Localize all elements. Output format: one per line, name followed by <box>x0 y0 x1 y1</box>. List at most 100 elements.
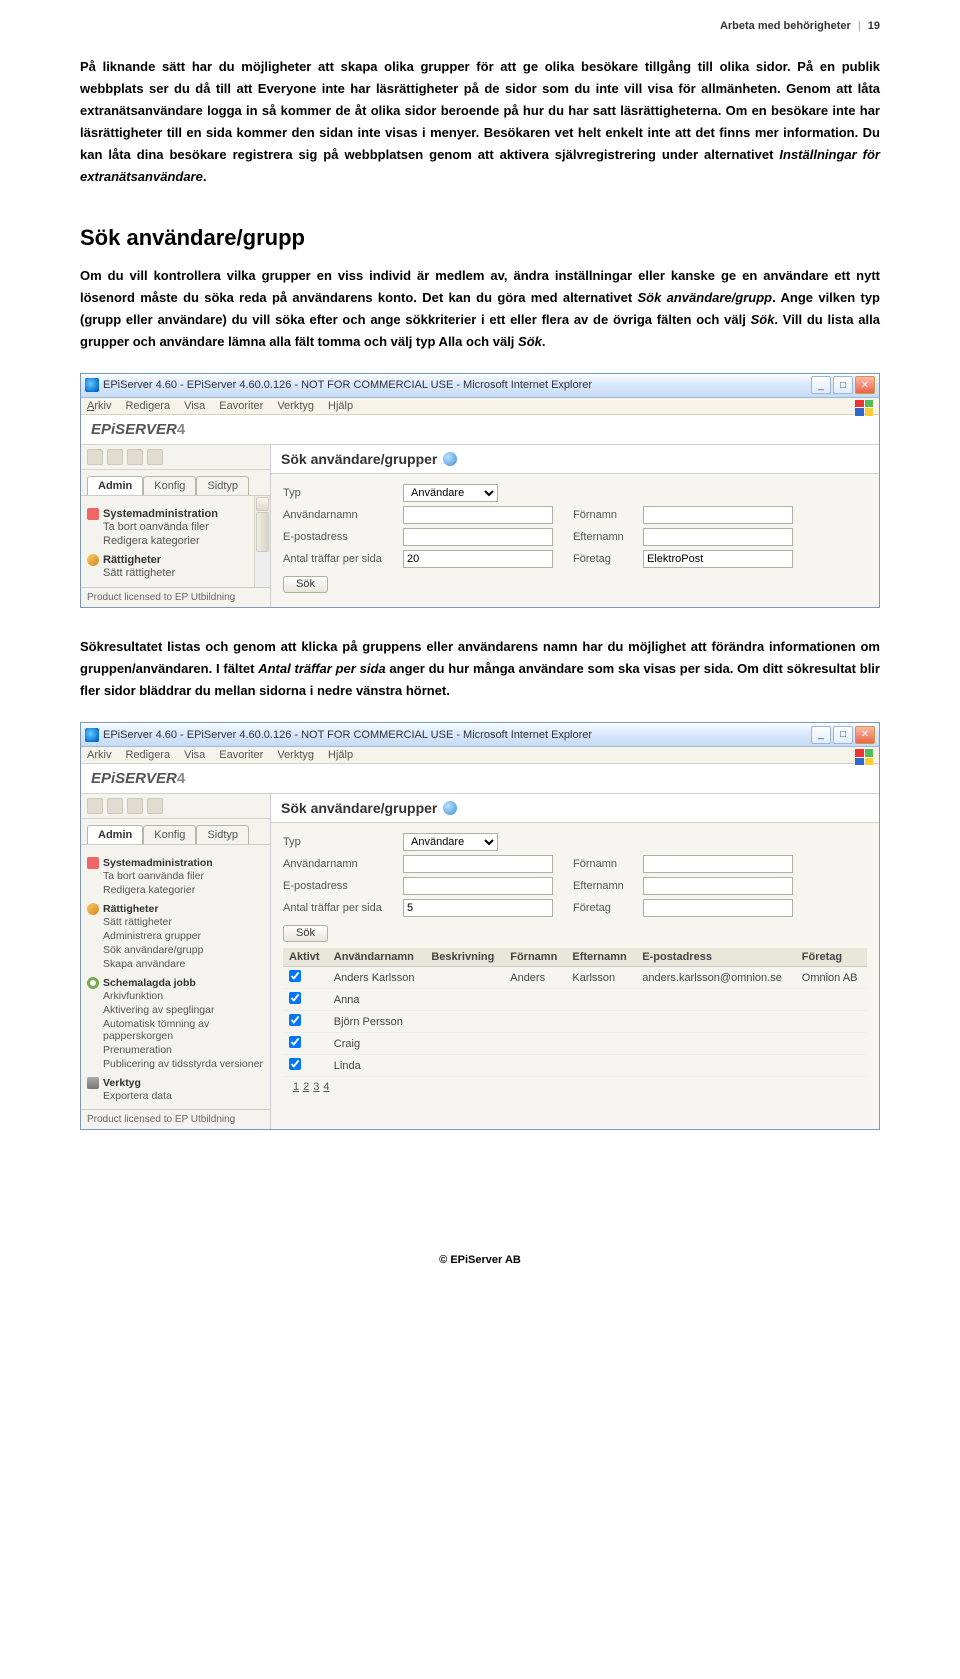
menu-view[interactable]: Visa <box>184 400 205 412</box>
maximize-button[interactable]: □ <box>833 376 853 394</box>
foretag-input[interactable] <box>643 550 793 568</box>
pager-link[interactable]: 2 <box>303 1081 309 1093</box>
sidebar-group-rattigheter[interactable]: Rättigheter <box>87 554 250 566</box>
fornamn-input[interactable] <box>643 506 793 524</box>
tab-admin[interactable]: Admin <box>87 476 143 495</box>
toolbar-icon-1[interactable] <box>87 798 103 814</box>
antal-input[interactable] <box>403 550 553 568</box>
close-button[interactable]: ✕ <box>855 726 875 744</box>
col-anvandarnamn[interactable]: Användarnamn <box>328 948 426 967</box>
active-checkbox[interactable] <box>289 992 301 1004</box>
efternamn-input[interactable] <box>643 877 793 895</box>
sidebar-item[interactable]: Ta bort oanvända filer <box>103 869 266 883</box>
tab-konfig[interactable]: Konfig <box>143 825 196 844</box>
sidebar-item[interactable]: Aktivering av speglingar <box>103 1003 266 1017</box>
sidebar-item[interactable]: Arkivfunktion <box>103 989 266 1003</box>
anvandarnamn-input[interactable] <box>403 855 553 873</box>
sidebar-scrollbar[interactable] <box>254 496 270 587</box>
results-table: Aktivt Användarnamn Beskrivning Förnamn … <box>283 948 867 1077</box>
fornamn-input[interactable] <box>643 855 793 873</box>
tab-sidtyp[interactable]: Sidtyp <box>196 825 249 844</box>
help-icon[interactable] <box>443 452 457 466</box>
sidebar-item[interactable]: Sök användare/grupp <box>103 943 266 957</box>
menu-file[interactable]: Arkiv <box>87 749 111 761</box>
col-foretag[interactable]: Företag <box>796 948 867 967</box>
sidebar-group-sysadmin[interactable]: Systemadministration <box>87 857 266 869</box>
foretag-input[interactable] <box>643 899 793 917</box>
menu-view[interactable]: Visa <box>184 749 205 761</box>
toolbar-icon-3[interactable] <box>127 798 143 814</box>
active-checkbox[interactable] <box>289 1036 301 1048</box>
sidebar-item[interactable]: Publicering av tidsstyrda versioner <box>103 1057 266 1071</box>
sidebar-group-sysadmin[interactable]: Systemadministration <box>87 508 250 520</box>
col-aktivt[interactable]: Aktivt <box>283 948 328 967</box>
table-row[interactable]: Craig <box>283 1033 867 1055</box>
menu-favorites[interactable]: Eavoriter <box>219 400 263 412</box>
antal-input[interactable] <box>403 899 553 917</box>
table-row[interactable]: Anders KarlssonAndersKarlssonanders.karl… <box>283 967 867 989</box>
maximize-button[interactable]: □ <box>833 726 853 744</box>
toolbar-icon-4[interactable] <box>147 798 163 814</box>
sidebar-group-rattigheter[interactable]: Rättigheter <box>87 903 266 915</box>
cell-company <box>796 1033 867 1055</box>
help-icon[interactable] <box>443 801 457 815</box>
table-row[interactable]: Linda <box>283 1055 867 1077</box>
anvandarnamn-input[interactable] <box>403 506 553 524</box>
active-checkbox[interactable] <box>289 1014 301 1026</box>
sidebar-item[interactable]: Exportera data <box>103 1089 266 1103</box>
col-fornamn[interactable]: Förnamn <box>504 948 566 967</box>
typ-select[interactable]: Användare <box>403 833 498 851</box>
pager-link[interactable]: 1 <box>293 1081 299 1093</box>
active-checkbox[interactable] <box>289 970 301 982</box>
pager-link[interactable]: 4 <box>323 1081 329 1093</box>
sidebar-item[interactable]: Administrera grupper <box>103 929 266 943</box>
epost-input[interactable] <box>403 877 553 895</box>
menu-help[interactable]: Hjälp <box>328 400 353 412</box>
cell-last <box>566 1055 636 1077</box>
sidebar-group-verktyg[interactable]: Verktyg <box>87 1077 266 1089</box>
col-beskrivning[interactable]: Beskrivning <box>425 948 504 967</box>
col-epost[interactable]: E-postadress <box>636 948 796 967</box>
scroll-up-icon[interactable] <box>256 497 269 511</box>
tab-konfig[interactable]: Konfig <box>143 476 196 495</box>
sidebar-item[interactable]: Automatisk tömning av papperskorgen <box>103 1017 266 1043</box>
running-header: Arbeta med behörigheter | 19 <box>80 20 880 32</box>
epost-input[interactable] <box>403 528 553 546</box>
efternamn-input[interactable] <box>643 528 793 546</box>
sidebar-item[interactable]: Ta bort oanvända filer <box>103 520 250 534</box>
toolbar-icon-2[interactable] <box>107 449 123 465</box>
menu-file[interactable]: Arkiv <box>87 400 111 412</box>
sidebar-group-schema[interactable]: Schemalagda jobb <box>87 977 266 989</box>
table-row[interactable]: Björn Persson <box>283 1011 867 1033</box>
menu-edit[interactable]: Redigera <box>125 400 170 412</box>
menu-tools[interactable]: Verktyg <box>277 400 314 412</box>
active-checkbox[interactable] <box>289 1058 301 1070</box>
sidebar-item[interactable]: Prenumeration <box>103 1043 266 1057</box>
sidebar-item[interactable]: Sätt rättigheter <box>103 566 250 580</box>
minimize-button[interactable]: _ <box>811 376 831 394</box>
toolbar-icon-2[interactable] <box>107 798 123 814</box>
toolbar-icon-1[interactable] <box>87 449 103 465</box>
menu-help[interactable]: Hjälp <box>328 749 353 761</box>
table-row[interactable]: Anna <box>283 989 867 1011</box>
sidebar-item[interactable]: Skapa användare <box>103 957 266 971</box>
sok-button[interactable]: Sök <box>283 576 328 593</box>
sok-button[interactable]: Sök <box>283 925 328 942</box>
menu-edit[interactable]: Redigera <box>125 749 170 761</box>
toolbar-icon-3[interactable] <box>127 449 143 465</box>
panel-title-text: Sök användare/grupper <box>281 800 437 816</box>
minimize-button[interactable]: _ <box>811 726 831 744</box>
menu-favorites[interactable]: Eavoriter <box>219 749 263 761</box>
typ-select[interactable]: Användare <box>403 484 498 502</box>
sidebar-item[interactable]: Sätt rättigheter <box>103 915 266 929</box>
toolbar-icon-4[interactable] <box>147 449 163 465</box>
pager-link[interactable]: 3 <box>313 1081 319 1093</box>
sidebar-item[interactable]: Redigera kategorier <box>103 883 266 897</box>
tab-sidtyp[interactable]: Sidtyp <box>196 476 249 495</box>
scroll-thumb[interactable] <box>256 512 269 552</box>
col-efternamn[interactable]: Efternamn <box>566 948 636 967</box>
menu-tools[interactable]: Verktyg <box>277 749 314 761</box>
tab-admin[interactable]: Admin <box>87 825 143 844</box>
close-button[interactable]: ✕ <box>855 376 875 394</box>
sidebar-item[interactable]: Redigera kategorier <box>103 534 250 548</box>
